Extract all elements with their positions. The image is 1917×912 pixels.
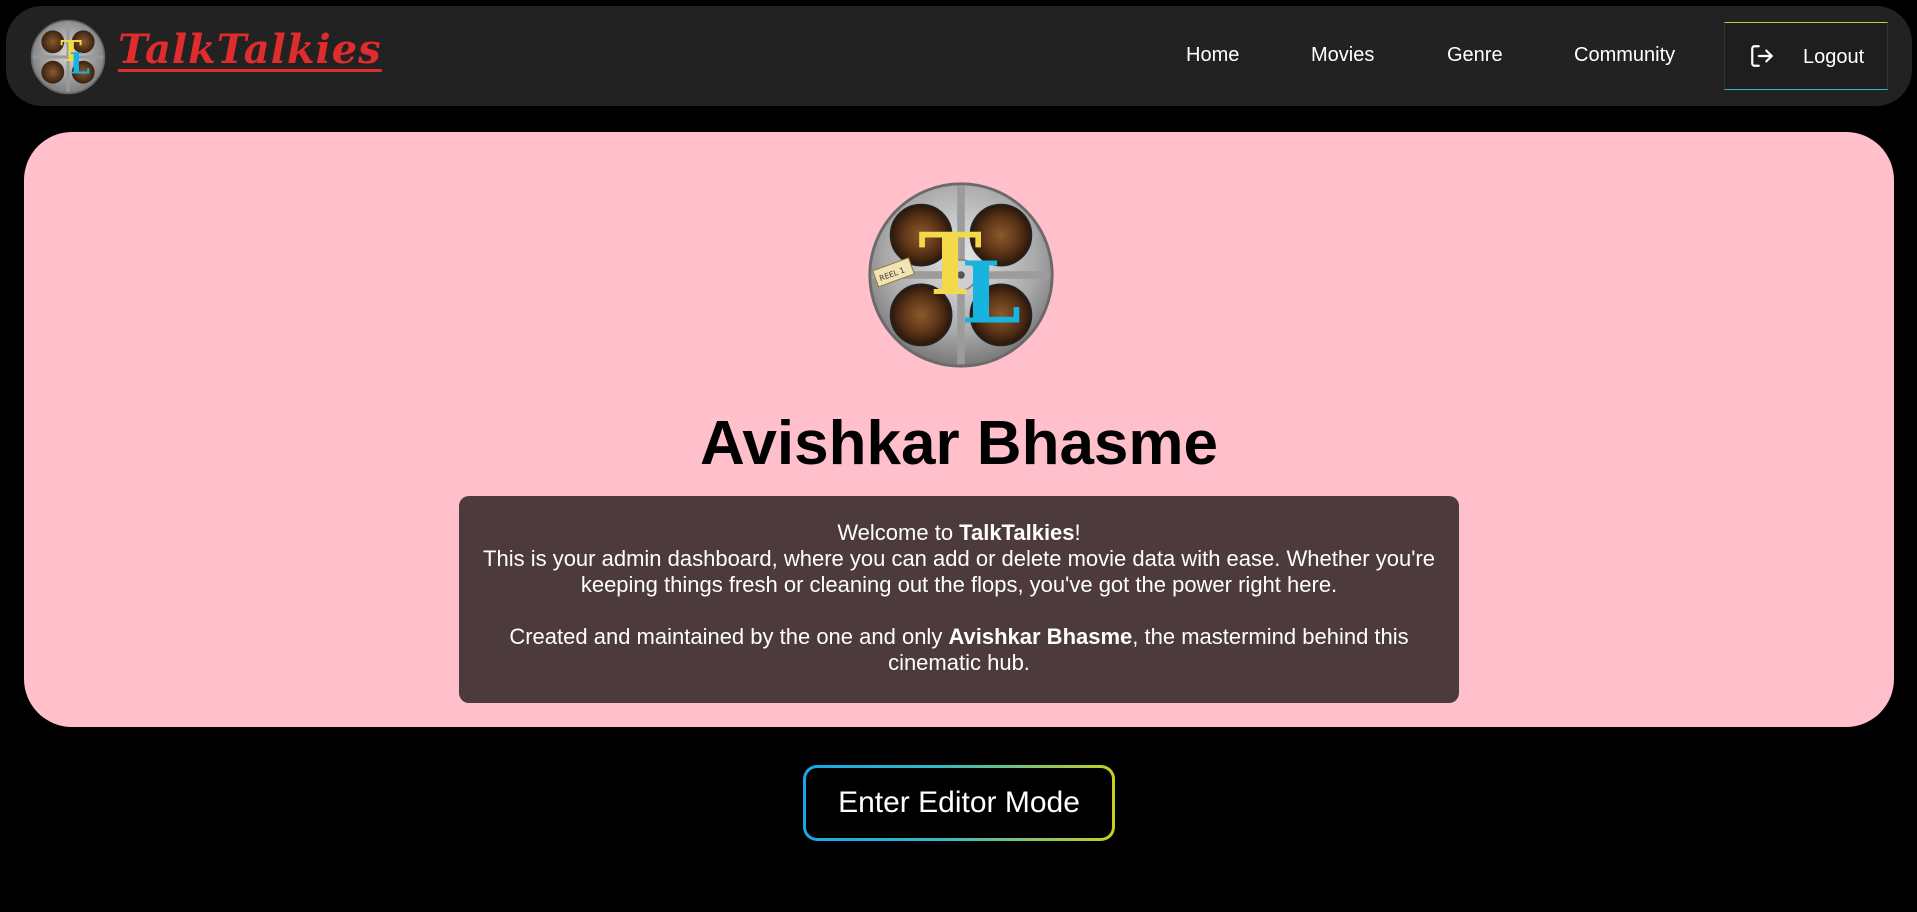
nav-link-genre[interactable]: Genre — [1447, 44, 1503, 67]
top-navbar: T L TalkTalkies Home Movies Genre Commun… — [6, 6, 1912, 106]
welcome-line: Welcome to TalkTalkies! — [479, 520, 1439, 546]
welcome-suffix: ! — [1074, 520, 1081, 545]
welcome-message-box: Welcome to TalkTalkies! This is your adm… — [459, 496, 1459, 703]
credit-prefix: Created and maintained by the one and on… — [509, 624, 949, 649]
logout-button[interactable]: Logout — [1724, 22, 1888, 90]
nav-link-home[interactable]: Home — [1186, 44, 1239, 67]
dashboard-description: This is your admin dashboard, where you … — [483, 546, 1435, 597]
logout-icon — [1749, 43, 1775, 69]
logout-label: Logout — [1803, 46, 1865, 68]
enter-editor-mode-button[interactable]: Enter Editor Mode — [803, 765, 1115, 841]
site-logo-icon[interactable]: T L — [30, 19, 106, 95]
film-reel-logo-icon: REEL 1 T L — [866, 180, 1056, 370]
welcome-prefix: Welcome to — [837, 520, 960, 545]
nav-link-movies[interactable]: Movies — [1311, 44, 1374, 67]
admin-name-heading: Avishkar Bhasme — [699, 409, 1219, 478]
nav-link-community[interactable]: Community — [1574, 44, 1675, 67]
admin-profile-card: REEL 1 T L Avishkar Bhasme Welcome to Ta… — [24, 132, 1894, 727]
editor-button-label: Enter Editor Mode — [806, 768, 1112, 838]
creator-credit: Created and maintained by the one and on… — [479, 624, 1439, 676]
svg-text:L: L — [961, 244, 1021, 344]
brand-title[interactable]: TalkTalkies — [118, 26, 382, 73]
svg-text:L: L — [70, 47, 90, 81]
welcome-brand: TalkTalkies — [959, 520, 1075, 545]
credit-name: Avishkar Bhasme — [948, 624, 1133, 649]
